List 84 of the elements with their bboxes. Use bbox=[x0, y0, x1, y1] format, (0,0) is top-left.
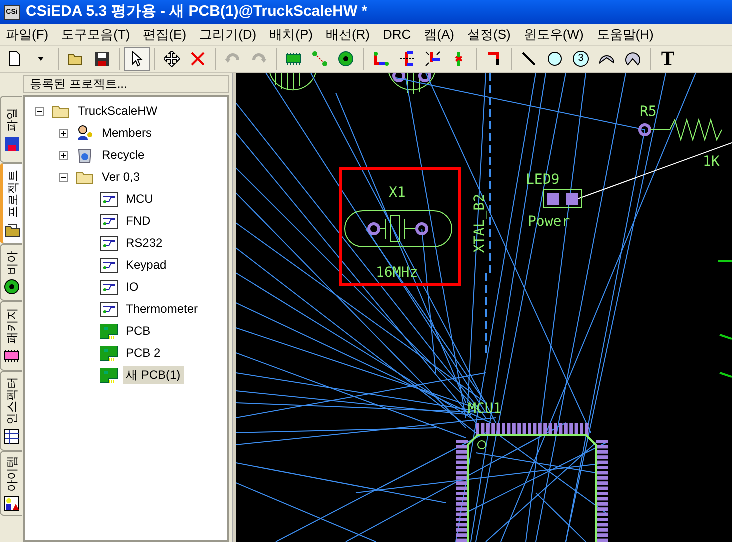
menu-item[interactable]: 배선(R) bbox=[326, 24, 370, 44]
component-label: R5 bbox=[640, 104, 657, 120]
expand-toggle[interactable] bbox=[58, 128, 68, 138]
expand-toggle[interactable] bbox=[58, 150, 68, 160]
collapse-toggle[interactable] bbox=[34, 106, 44, 116]
plus-icon bbox=[60, 152, 66, 158]
tree-item[interactable]: IO bbox=[123, 278, 142, 296]
document-icon bbox=[7, 51, 23, 67]
via-icon bbox=[338, 51, 354, 67]
resistor-footprint[interactable] bbox=[638, 118, 722, 142]
tree-item[interactable]: TruckScaleHW bbox=[75, 102, 161, 120]
crystal-footprint[interactable] bbox=[340, 168, 462, 286]
menu-item[interactable]: 캠(A) bbox=[424, 24, 455, 44]
component-value: 1K bbox=[703, 154, 720, 170]
person-with-key-icon bbox=[76, 125, 94, 141]
four-arrows-icon bbox=[164, 51, 180, 67]
align-icon bbox=[399, 51, 415, 67]
menu-item[interactable]: 윈도우(W) bbox=[524, 24, 584, 44]
line-icon bbox=[521, 51, 537, 67]
via-icon bbox=[4, 278, 20, 294]
circle-icon bbox=[547, 51, 563, 67]
side-tab[interactable]: 비아 bbox=[0, 244, 22, 301]
window-title: CSiEDA 5.3 평가용 - 새 PCB(1)@TruckScaleHW * bbox=[26, 2, 368, 22]
spread-icon bbox=[425, 51, 441, 67]
menu-item[interactable]: 도움말(H) bbox=[596, 24, 654, 44]
close-icon bbox=[190, 51, 206, 67]
tree-item[interactable]: MCU bbox=[123, 190, 156, 208]
tree-item[interactable]: RS232 bbox=[123, 234, 166, 252]
schematic-icon bbox=[100, 192, 118, 206]
schematic-icon bbox=[100, 258, 118, 272]
side-tab[interactable]: 인스펙터 bbox=[0, 371, 22, 451]
shapes-icon bbox=[4, 496, 20, 512]
tree-item[interactable]: Members bbox=[99, 124, 156, 142]
caret-icon bbox=[38, 57, 44, 61]
tree-item[interactable]: PCB bbox=[123, 322, 154, 340]
schematic-icon bbox=[100, 214, 118, 228]
schematic-icon bbox=[100, 236, 118, 250]
minus-icon bbox=[60, 174, 66, 180]
menu-item[interactable]: 그리기(D) bbox=[200, 24, 257, 44]
menu-item[interactable]: 도구모음(T) bbox=[62, 24, 130, 44]
component-label: X1 bbox=[389, 185, 406, 201]
circuit-board-icon bbox=[100, 346, 118, 360]
tree-item[interactable]: Recycle bbox=[99, 146, 148, 164]
net-label: XTAL_B2 bbox=[472, 194, 488, 253]
plus-icon bbox=[60, 130, 66, 136]
chip-icon bbox=[4, 348, 20, 364]
side-tab[interactable]: 파일 bbox=[0, 96, 22, 163]
side-tab[interactable]: 프로젝트 bbox=[0, 163, 22, 244]
menu-item[interactable]: 파일(F) bbox=[6, 24, 49, 44]
text-tool-button[interactable]: T bbox=[655, 47, 681, 71]
table-icon bbox=[4, 429, 20, 445]
menu-item[interactable]: 배치(P) bbox=[270, 24, 313, 44]
menu-item[interactable]: DRC bbox=[383, 24, 412, 44]
minus-icon bbox=[36, 108, 42, 114]
tree-item[interactable]: Ver 0,3 bbox=[99, 168, 144, 186]
tree-item[interactable]: Thermometer bbox=[123, 300, 202, 318]
pie-icon bbox=[625, 51, 641, 67]
circuit-board-icon bbox=[100, 324, 118, 338]
side-tab[interactable]: 아이템 bbox=[0, 451, 22, 516]
chip-footprint[interactable] bbox=[456, 423, 608, 542]
folder-icon bbox=[76, 170, 94, 184]
folder-icon bbox=[52, 104, 70, 118]
connection-icon bbox=[312, 51, 328, 67]
menu-item[interactable]: 편집(E) bbox=[143, 24, 187, 44]
chip-icon bbox=[286, 51, 302, 67]
corner-icon bbox=[486, 51, 502, 67]
panel-header: 등록된 프로젝트... bbox=[23, 75, 229, 93]
tree-item[interactable]: FND bbox=[123, 212, 154, 230]
schematic-icon bbox=[100, 280, 118, 294]
numbered-circle-button[interactable]: 3 bbox=[568, 47, 594, 71]
circuit-board-icon bbox=[100, 368, 118, 382]
route-icon bbox=[373, 51, 389, 67]
select-button[interactable] bbox=[124, 47, 150, 71]
tree-item[interactable]: Keypad bbox=[123, 256, 170, 274]
tree-item[interactable]: 새 PCB(1) bbox=[123, 366, 184, 384]
side-tab[interactable]: 패키지 bbox=[0, 301, 22, 371]
schematic-icon bbox=[100, 302, 118, 316]
folder-icon bbox=[4, 222, 20, 238]
arc-icon bbox=[599, 54, 615, 64]
tree-item[interactable]: PCB 2 bbox=[123, 344, 164, 362]
trash-bin-icon bbox=[77, 146, 93, 164]
menu-item[interactable]: 설정(S) bbox=[468, 24, 511, 44]
collapse-toggle[interactable] bbox=[58, 172, 68, 182]
led-footprint[interactable] bbox=[544, 190, 582, 208]
